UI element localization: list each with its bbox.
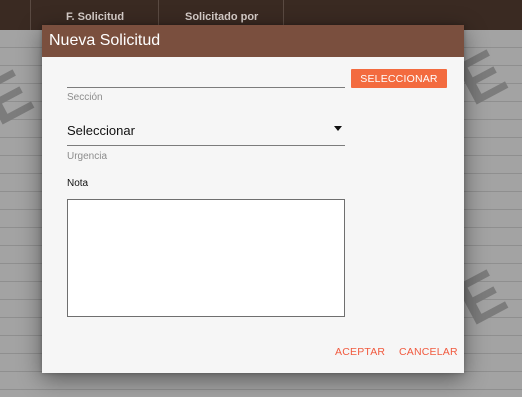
- section-field[interactable]: [67, 87, 345, 88]
- accept-button[interactable]: ACEPTAR: [335, 346, 385, 358]
- note-textarea[interactable]: [67, 199, 345, 317]
- dialog-title: Nueva Solicitud: [49, 32, 161, 49]
- caret-down-icon[interactable]: [334, 126, 342, 131]
- cancel-button[interactable]: CANCELAR: [399, 346, 458, 358]
- new-request-dialog: Nueva Solicitud Sección SELECCIONAR Sele…: [42, 25, 464, 373]
- section-label: Sección: [67, 92, 103, 103]
- urgency-dropdown-underline: [67, 145, 345, 146]
- note-label: Nota: [67, 178, 89, 189]
- select-section-button[interactable]: SELECCIONAR: [351, 69, 447, 88]
- dialog-header: Nueva Solicitud: [42, 25, 464, 57]
- column-divider: [30, 0, 31, 30]
- urgency-dropdown-value[interactable]: Seleccionar: [67, 123, 135, 138]
- background-watermark: E: [0, 55, 44, 139]
- urgency-label: Urgencia: [67, 151, 108, 162]
